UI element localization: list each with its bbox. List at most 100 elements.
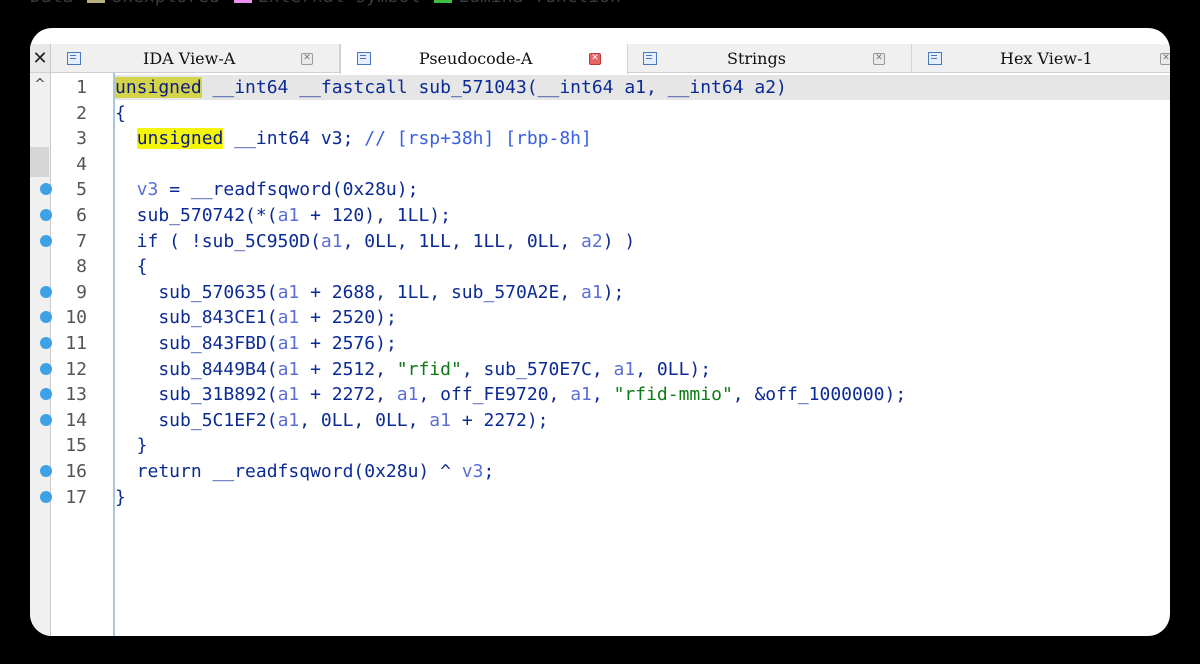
code-token: sub_843CE1( — [115, 307, 278, 329]
code-token: + 2520); — [299, 307, 397, 329]
code-text[interactable]: } — [115, 485, 126, 510]
hex-view-icon — [928, 52, 942, 65]
code-token: + 120), 1LL); — [299, 205, 451, 226]
code-token: } — [115, 435, 148, 457]
tab-close-icon[interactable]: ✕ — [873, 53, 885, 65]
code-token: sub_570742(*( — [115, 205, 278, 226]
code-token: sub_843FBD( — [115, 333, 278, 354]
code-line[interactable]: 11 sub_843FBD(a1 + 2576); — [40, 331, 1170, 356]
code-token: v3 — [461, 461, 484, 482]
code-token: , 0LL, 0LL, — [299, 409, 430, 431]
code-line[interactable]: 17} — [40, 485, 1170, 510]
code-token: a1 — [277, 205, 300, 226]
ida-window: ✕ IDA View-A ✕ Pseudocode-A ✕ Strings ✕ … — [30, 28, 1170, 636]
code-token: unsigned — [136, 128, 224, 150]
code-text[interactable]: } — [115, 433, 148, 458]
code-line[interactable]: 6 sub_570742(*(a1 + 120), 1LL); — [40, 203, 1170, 228]
code-token: a2 — [581, 230, 603, 252]
breakpoint-dot-icon[interactable] — [40, 234, 52, 247]
code-text[interactable]: sub_570635(a1 + 2688, 1LL, sub_570A2E, a… — [115, 280, 624, 305]
legend-swatch — [87, 0, 106, 3]
code-text[interactable]: sub_31B892(a1 + 2272, a1, off_FE9720, a1… — [115, 382, 906, 407]
code-text[interactable]: sub_8449B4(a1 + 2512, "rfid", sub_570E7C… — [115, 357, 711, 382]
breakpoint-dot-icon[interactable] — [40, 465, 52, 477]
breakpoint-dot-icon[interactable] — [40, 362, 52, 375]
code-text[interactable]: return __readfsqword(0x28u) ^ v3; — [115, 459, 495, 484]
code-token: v3 — [115, 179, 159, 201]
code-line[interactable]: 13 sub_31B892(a1 + 2272, a1, off_FE9720,… — [40, 382, 1170, 407]
tab-close-icon[interactable]: ✕ — [589, 53, 601, 65]
code-text[interactable]: { — [115, 101, 126, 126]
tab-label: Strings — [727, 49, 786, 68]
code-token: sub_8449B4( — [115, 358, 278, 380]
line-number: 2 — [76, 102, 87, 124]
code-text[interactable]: unsigned __int64 v3; // [rsp+38h] [rbp-8… — [115, 126, 592, 151]
breakpoint-dot-icon[interactable] — [40, 285, 52, 298]
code-text[interactable]: sub_570742(*(a1 + 120), 1LL); — [115, 203, 451, 228]
code-text[interactable]: sub_843CE1(a1 + 2520); — [115, 305, 397, 330]
code-text[interactable]: v3 = __readfsqword(0x28u); — [115, 177, 419, 202]
code-token: } — [115, 486, 126, 508]
breakpoint-dot-icon[interactable] — [40, 337, 52, 349]
legend-label: Unexplored — [111, 0, 219, 7]
tab-ida-view-a[interactable]: IDA View-A ✕ — [51, 44, 340, 72]
code-token: , off_FE9720, — [418, 384, 571, 406]
line-number: 4 — [76, 153, 87, 175]
close-window-button[interactable]: ✕ — [30, 44, 51, 72]
code-token: + 2688, 1LL, sub_570A2E, — [299, 281, 582, 303]
code-text[interactable]: unsigned __int64 __fastcall sub_571043(_… — [115, 75, 787, 100]
breakpoint-dot-icon[interactable] — [40, 209, 52, 221]
code-token: , &off_1000000); — [732, 384, 907, 406]
code-token: , 0LL, 1LL, 1LL, 0LL, — [342, 230, 582, 252]
legend-swatch — [233, 0, 252, 3]
code-line[interactable]: 4 — [76, 152, 1170, 177]
pseudocode-editor[interactable]: 1 unsigned __int64 __fastcall sub_571043(… — [40, 73, 1170, 636]
code-line[interactable]: 5 v3 = __readfsqword(0x28u); — [40, 177, 1170, 202]
code-token: , sub_570E7C, — [461, 358, 614, 380]
code-line[interactable]: 12 sub_8449B4(a1 + 2512, "rfid", sub_570… — [40, 357, 1170, 382]
code-token: = __readfsqword(0x28u); — [158, 179, 419, 201]
code-line[interactable]: 1 unsigned __int64 __fastcall sub_571043(… — [76, 75, 1170, 100]
code-token: + 2512, — [299, 358, 397, 380]
code-token: ); — [602, 281, 625, 303]
tab-close-icon[interactable]: ✕ — [301, 53, 313, 65]
code-token: sub_5C1EF2( — [115, 409, 278, 431]
code-line[interactable]: 2{ — [76, 101, 1170, 126]
code-token: a1 — [429, 409, 451, 431]
code-line[interactable]: 16 return __readfsqword(0x28u) ^ v3; — [40, 459, 1170, 484]
code-line[interactable]: 8 { — [76, 254, 1170, 279]
pseudocode-icon — [357, 52, 371, 65]
code-line[interactable]: 3 unsigned __int64 v3; // [rsp+38h] [rbp… — [76, 126, 1170, 151]
code-text[interactable]: sub_5C1EF2(a1, 0LL, 0LL, a1 + 2272); — [115, 408, 548, 433]
strings-icon — [643, 52, 657, 65]
code-token: unsigned — [115, 77, 202, 98]
legend-label: Lumina function — [458, 0, 621, 7]
tab-pseudocode-a[interactable]: Pseudocode-A ✕ — [340, 44, 628, 74]
tab-strings[interactable]: Strings ✕ — [627, 44, 912, 72]
code-text[interactable]: if ( !sub_5C950D(a1, 0LL, 1LL, 1LL, 0LL,… — [115, 229, 636, 254]
code-token: "rfid" — [396, 358, 462, 380]
breakpoint-dot-icon[interactable] — [40, 490, 52, 503]
line-number: 1 — [76, 77, 87, 98]
line-number: 15 — [65, 435, 87, 457]
code-token: a1 — [277, 384, 300, 406]
legend-label: Data — [30, 0, 73, 7]
code-token: ; — [483, 461, 495, 482]
code-line[interactable]: 7 if ( !sub_5C950D(a1, 0LL, 1LL, 1LL, 0L… — [40, 229, 1170, 254]
code-token: a1 — [581, 281, 603, 303]
code-token: { — [115, 102, 126, 124]
code-line[interactable]: 14 sub_5C1EF2(a1, 0LL, 0LL, a1 + 2272); — [40, 408, 1170, 433]
code-text[interactable]: sub_843FBD(a1 + 2576); — [115, 331, 396, 356]
code-line[interactable]: 15 } — [65, 433, 1170, 458]
code-line[interactable]: 9 sub_570635(a1 + 2688, 1LL, sub_570A2E,… — [40, 280, 1170, 305]
tab-close-icon[interactable]: ✕ — [1160, 53, 1170, 65]
code-token: sub_31B892( — [115, 384, 278, 406]
breakpoint-dot-icon[interactable] — [40, 413, 52, 426]
code-token: __int64 __fastcall sub_571043(__int64 a1… — [201, 77, 787, 98]
code-token: a1 — [570, 384, 592, 406]
tab-hex-view-1[interactable]: Hex View-1 ✕ — [912, 44, 1170, 72]
code-line[interactable]: 10 sub_843CE1(a1 + 2520); — [40, 305, 1170, 330]
code-text[interactable]: { — [115, 254, 148, 279]
code-token: , — [591, 384, 614, 406]
